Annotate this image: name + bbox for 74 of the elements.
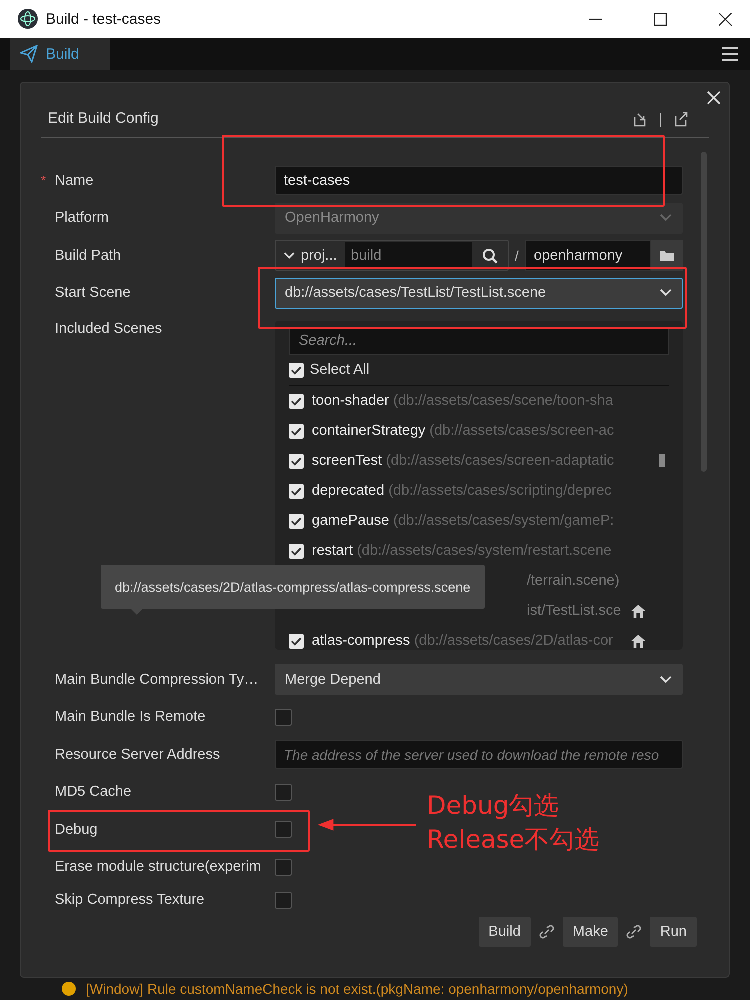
scene-name[interactable]: containerStrategy <box>312 423 426 439</box>
log-message: [Window] Rule customNameCheck is not exist.(pkgName: openharmony/openharmony) <box>86 981 628 997</box>
maximize-icon[interactable] <box>654 12 667 26</box>
scene-name[interactable]: gamePause <box>312 513 390 529</box>
name-input[interactable]: test-cases <box>275 166 683 196</box>
checkbox[interactable] <box>275 784 292 801</box>
scene-path: (db://assets/cases/screen-adaptatic <box>386 453 614 469</box>
scene-name[interactable]: restart <box>312 543 354 559</box>
checkbox[interactable] <box>275 892 292 909</box>
scene-name[interactable]: screenTest <box>312 453 382 469</box>
app-logo-icon <box>18 9 38 29</box>
scene-path: (db://assets/cases/scene/toon-sha <box>393 393 614 409</box>
scene-name[interactable]: deprecated <box>312 483 385 499</box>
close-icon[interactable] <box>719 12 732 26</box>
chevron-down-icon <box>660 289 672 298</box>
menu-icon[interactable] <box>722 47 738 61</box>
field-label: Included Scenes <box>55 321 162 337</box>
scene-path: ist/TestList.sce <box>526 603 622 619</box>
annotation-text: Release不勾选 <box>427 824 600 856</box>
chevron-down-icon <box>660 214 672 222</box>
search-field[interactable]: Search... <box>289 327 669 355</box>
action-button[interactable]: Run <box>650 917 697 947</box>
build-tab[interactable]: Build <box>10 38 110 70</box>
annotation-text: Debug勾选 <box>427 790 560 822</box>
scene-name[interactable]: atlas-compress <box>312 633 410 649</box>
output-folder-input[interactable]: openharmony <box>525 240 651 272</box>
checkbox[interactable] <box>275 858 292 876</box>
path-field[interactable]: build <box>345 242 472 270</box>
required-mark: * <box>41 172 46 188</box>
path-separator: / <box>514 248 520 264</box>
open-folder-button[interactable] <box>651 240 683 272</box>
action-button[interactable]: Make <box>562 917 618 947</box>
select-field[interactable]: db://assets/cases/TestList/TestList.scene <box>275 278 683 309</box>
select-all-label[interactable]: Select All <box>310 362 370 378</box>
scene-path: (db://assets/cases/screen-ac <box>430 423 614 439</box>
scrollbar[interactable] <box>701 152 707 472</box>
scene-path: (db://assets/cases/2D/atlas-cor <box>414 633 614 649</box>
server-address-input[interactable]: The address of the server used to download the remote reso <box>275 740 683 770</box>
import-icon[interactable] <box>632 111 648 127</box>
field-label: Build Path <box>55 248 122 264</box>
tooltip: db://assets/cases/2D/atlas-compress/atlas-compress.scene <box>101 565 485 609</box>
select-field[interactable]: Merge Depend <box>275 664 683 696</box>
field-label: Resource Server Address <box>55 746 220 763</box>
checkbox[interactable] <box>275 708 292 726</box>
folder-icon <box>659 250 675 262</box>
warning-icon <box>62 982 76 996</box>
tooltip-pointer <box>131 609 143 615</box>
paper-plane-icon <box>20 45 38 63</box>
dialog-title: Edit Build Config <box>48 110 159 127</box>
scene-path: (db://assets/cases/system/gameP: <box>393 513 614 529</box>
field-label: Main Bundle Compression Ty… <box>55 672 259 688</box>
link-icon[interactable] <box>538 924 555 940</box>
field-label: MD5 Cache <box>55 784 132 800</box>
action-button[interactable]: Build <box>478 917 531 947</box>
path-prefix: proj... <box>301 248 338 264</box>
link-icon[interactable] <box>626 924 642 940</box>
field-label: Skip Compress Texture <box>55 892 205 908</box>
path-input[interactable]: proj... build <box>275 240 509 272</box>
checkbox[interactable] <box>275 821 292 838</box>
field-label: Main Bundle Is Remote <box>55 709 206 726</box>
field-label: Erase module structure(experim <box>55 859 262 876</box>
scene-path: (db://assets/cases/scripting/deprec <box>388 483 612 499</box>
window-title: Build - test-cases <box>46 10 162 28</box>
field-label: Debug <box>55 822 98 838</box>
scene-name[interactable]: toon-shader <box>312 393 390 409</box>
export-icon[interactable] <box>673 111 689 127</box>
scene-path: (db://assets/cases/system/restart.scene <box>357 543 612 559</box>
field-label: Start Scene <box>55 285 131 302</box>
search-icon[interactable] <box>482 248 498 264</box>
chevron-down-icon <box>660 676 672 684</box>
field-label: Name <box>55 172 94 189</box>
field-label: Platform <box>55 210 109 226</box>
scroll-thumb[interactable] <box>659 454 665 467</box>
chevron-down-icon <box>284 252 295 260</box>
